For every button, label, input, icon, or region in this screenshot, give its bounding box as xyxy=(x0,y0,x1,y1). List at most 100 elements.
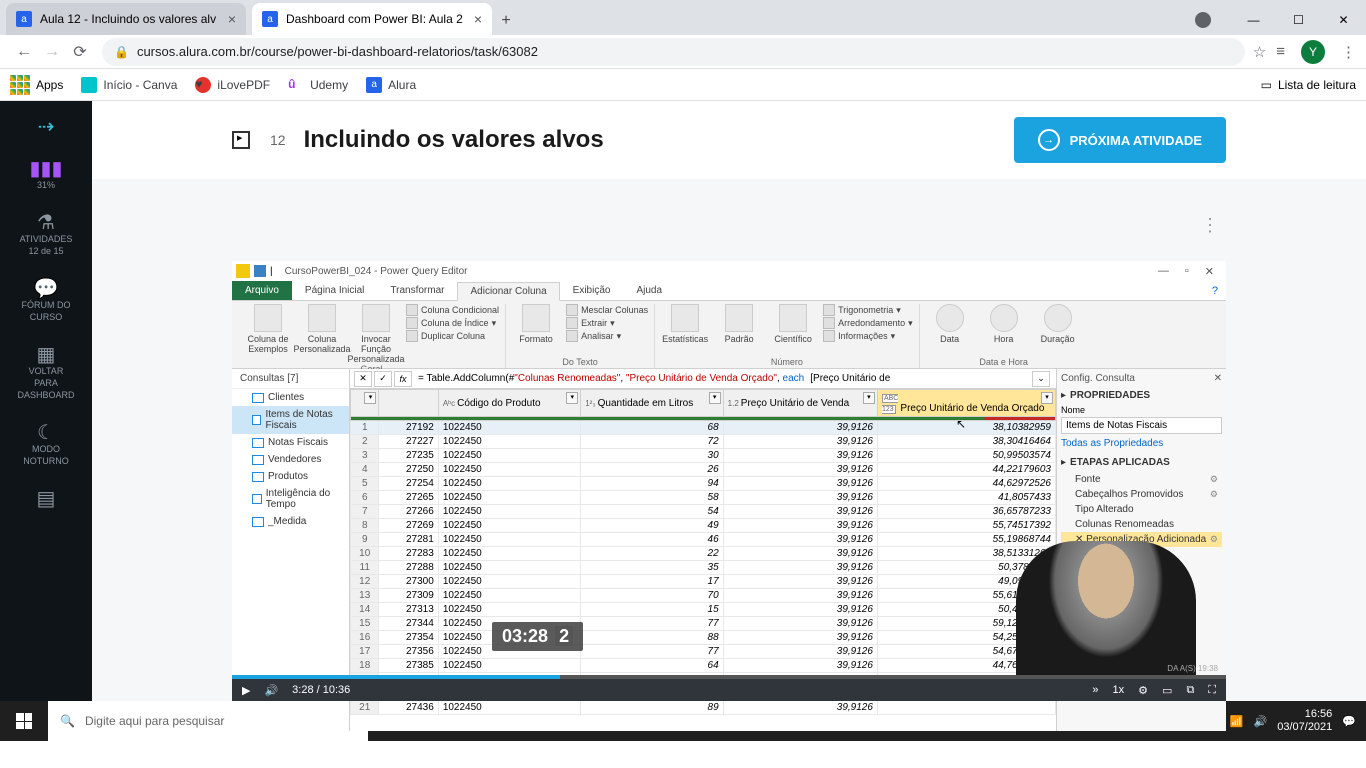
query-item[interactable]: Vendedores xyxy=(232,451,349,468)
table-row[interactable]: 52725410224509439,912644,62972526 xyxy=(351,477,1056,491)
speed-button[interactable]: 1x xyxy=(1113,684,1125,696)
table-row[interactable]: 212743610224508939,9126 xyxy=(351,701,1056,715)
sidebar-darkmode[interactable]: ☾MODO NOTURNO xyxy=(23,427,69,467)
fx-icon[interactable]: fx xyxy=(394,371,412,387)
apps-label[interactable]: Apps xyxy=(36,78,63,92)
formula-text[interactable]: = Table.AddColumn(#"Colunas Renomeadas",… xyxy=(414,373,1032,384)
query-item[interactable]: Items de Notas Fiscais xyxy=(232,406,349,434)
table-row[interactable]: 132730910224507039,912655,61004784 xyxy=(351,589,1056,603)
sidebar-menu[interactable]: ⇢ xyxy=(38,121,55,137)
fullscreen-icon[interactable]: ⛶ xyxy=(1208,684,1216,697)
play-button[interactable]: ▶ xyxy=(242,684,250,697)
save-icon[interactable] xyxy=(254,265,266,277)
pq-tab-addcolumn[interactable]: Adicionar Coluna xyxy=(457,282,559,301)
all-properties-link[interactable]: Todas as Propriedades xyxy=(1061,438,1222,449)
pq-tab-view[interactable]: Exibição xyxy=(560,281,624,300)
column-filter-icon[interactable]: ▾ xyxy=(863,392,875,404)
table-row[interactable]: 142731310224501539,912650,4844789 xyxy=(351,603,1056,617)
rb-extract[interactable]: Extrair ▾ xyxy=(566,317,648,329)
sidebar-activities[interactable]: ⚗ATIVIDADES 12 de 15 xyxy=(20,217,73,257)
column-filter-icon[interactable]: ▾ xyxy=(1041,392,1053,404)
query-item[interactable]: Inteligência do Tempo xyxy=(232,485,349,513)
minimize-button[interactable]: — xyxy=(1231,5,1276,35)
close-button[interactable]: ✕ xyxy=(1321,5,1366,35)
rb-parse[interactable]: Analisar ▾ xyxy=(566,330,648,342)
sidebar-forum[interactable]: 💬FÓRUM DO CURSO xyxy=(22,283,71,323)
table-row[interactable]: 32723510224503039,912650,99503574 xyxy=(351,449,1056,463)
applied-step[interactable]: Cabeçalhos Promovidos⚙ xyxy=(1061,487,1222,502)
applied-step[interactable]: Tipo Alterado xyxy=(1061,502,1222,517)
rb-custom-column[interactable]: Coluna Personalizada xyxy=(298,304,346,364)
pq-tab-help[interactable]: Ajuda xyxy=(623,281,675,300)
rb-rounding[interactable]: Arredondamento ▾ xyxy=(823,317,913,329)
volume-tray-icon[interactable]: 🔊 xyxy=(1254,715,1268,728)
rb-time[interactable]: Hora xyxy=(980,304,1028,357)
query-item[interactable]: _Medida xyxy=(232,513,349,530)
applied-step[interactable]: Colunas Renomeadas xyxy=(1061,517,1222,532)
reading-list-button[interactable]: ▭ Lista de leitura xyxy=(1261,78,1356,92)
pq-minimize-icon[interactable]: — xyxy=(1158,265,1169,278)
table-row[interactable]: 42725010224502639,912644,22179603 xyxy=(351,463,1056,477)
bookmark-udemy[interactable]: ûUdemy xyxy=(288,77,348,93)
captions-icon[interactable]: ▭ xyxy=(1162,684,1172,697)
video-player[interactable]: | CursoPowerBI_024 - Power Query Editor … xyxy=(232,261,1226,701)
table-row[interactable]: 162735410224508839,912654,25558294 xyxy=(351,631,1056,645)
browser-tab-2[interactable]: a Dashboard com Power BI: Aula 2 × xyxy=(252,3,492,35)
rb-standard[interactable]: Padrão xyxy=(715,304,763,357)
account-icon[interactable] xyxy=(1195,12,1211,28)
table-menu-icon[interactable]: ▾ xyxy=(364,392,376,404)
rb-scientific[interactable]: Científico xyxy=(769,304,817,357)
sidebar-more[interactable]: ▤ xyxy=(37,493,56,509)
sidebar-dashboard[interactable]: ▦VOLTAR PARA DASHBOARD xyxy=(17,349,74,401)
rb-invoke-function[interactable]: Invocar Função Personalizada xyxy=(352,304,400,364)
start-button[interactable] xyxy=(0,701,48,741)
fx-accept-icon[interactable]: ✓ xyxy=(374,371,392,387)
maximize-button[interactable]: ☐ xyxy=(1276,5,1321,35)
pip-icon[interactable]: ⧉ xyxy=(1186,684,1194,697)
star-icon[interactable]: ☆ xyxy=(1253,43,1266,61)
table-row[interactable]: 92728110224504639,912655,19868744 xyxy=(351,533,1056,547)
browser-tab-1[interactable]: a Aula 12 - Incluindo os valores alv × xyxy=(6,3,246,35)
rb-trigonometry[interactable]: Trigonometria ▾ xyxy=(823,304,913,316)
query-item[interactable]: Notas Fiscais xyxy=(232,434,349,451)
query-name-input[interactable] xyxy=(1061,417,1222,434)
bookmark-alura[interactable]: aAlura xyxy=(366,77,416,93)
more-options-button[interactable]: ⋮ xyxy=(1194,209,1226,241)
table-row[interactable]: 22722710224507239,912638,30416464 xyxy=(351,435,1056,449)
fx-dropdown-icon[interactable]: ⌄ xyxy=(1032,371,1050,387)
column-filter-icon[interactable]: ▾ xyxy=(566,392,578,404)
pq-formula-bar[interactable]: ✕ ✓ fx = Table.AddColumn(#"Colunas Renom… xyxy=(350,369,1056,389)
profile-avatar[interactable]: Y xyxy=(1301,40,1325,64)
next-activity-button[interactable]: → PRÓXIMA ATIVIDADE xyxy=(1014,117,1226,163)
new-tab-button[interactable]: + xyxy=(492,7,520,35)
skip-button[interactable]: » xyxy=(1092,684,1098,696)
pq-help-icon[interactable]: ? xyxy=(1204,282,1226,300)
close-icon[interactable]: ✕ xyxy=(1214,373,1222,384)
table-row[interactable]: 62726510224505839,912641,8057433 xyxy=(351,491,1056,505)
forward-button[interactable]: → xyxy=(38,38,66,66)
sidebar-progress[interactable]: ▮▮▮31% xyxy=(29,163,62,191)
table-row[interactable]: 82726910224504939,912655,74517392 xyxy=(351,519,1056,533)
volume-icon[interactable]: 🔊 xyxy=(264,684,278,697)
taskbar-clock[interactable]: 16:56 03/07/2021 xyxy=(1277,708,1332,734)
table-row[interactable]: 172735610224507739,912654,67604765 xyxy=(351,645,1056,659)
rb-statistics[interactable]: Estatísticas xyxy=(661,304,709,357)
rb-index-column[interactable]: Coluna de Índice ▾ xyxy=(406,317,499,329)
wifi-icon[interactable]: 📶 xyxy=(1230,715,1244,728)
rb-duplicate-column[interactable]: Duplicar Coluna xyxy=(406,330,499,342)
column-filter-icon[interactable]: ▾ xyxy=(709,392,721,404)
reload-button[interactable]: ⟳ xyxy=(66,38,94,66)
rb-merge-columns[interactable]: Mesclar Colunas xyxy=(566,304,648,316)
table-row[interactable]: 102728310224502239,912638,51331264 xyxy=(351,547,1056,561)
bookmark-canva[interactable]: Início - Canva xyxy=(81,77,177,93)
table-row[interactable]: 182738510224506439,912644,76959962 xyxy=(351,659,1056,673)
bookmark-ilovepdf[interactable]: ♥iLovePDF xyxy=(195,77,270,93)
rb-duration[interactable]: Duração xyxy=(1034,304,1082,357)
pq-tab-home[interactable]: Página Inicial xyxy=(292,281,377,300)
pq-tab-transform[interactable]: Transformar xyxy=(377,281,457,300)
reading-list-icon[interactable]: ≡ xyxy=(1276,43,1285,60)
rb-column-examples[interactable]: Coluna de Exemplos xyxy=(244,304,292,364)
rb-information[interactable]: Informações ▾ xyxy=(823,330,913,342)
pq-tab-file[interactable]: Arquivo xyxy=(232,281,292,300)
table-row[interactable]: 12719210224506839,912638,10382959 xyxy=(351,421,1056,435)
